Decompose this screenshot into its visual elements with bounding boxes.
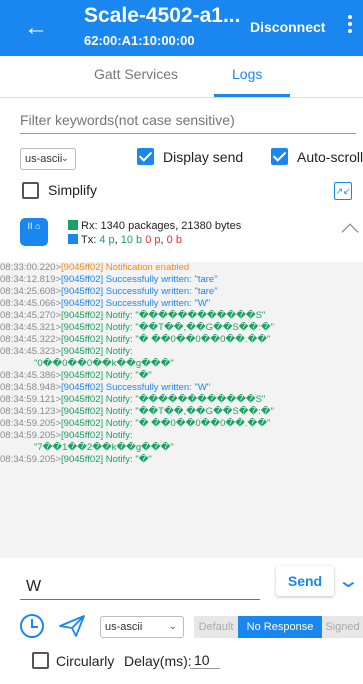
log-message: "7��1��2��k��g���" <box>34 442 174 453</box>
log-time: 08:34:45.321> <box>0 322 62 333</box>
log-time: 08:34:59.205> <box>0 430 62 441</box>
log-time: 08:34:45.323> <box>0 346 62 357</box>
circularly-label: Circularly <box>56 653 115 669</box>
log-message: "0��0��0��k��g���" <box>34 358 174 369</box>
log-row: 08:34:59.121>[9045ff02] Notify: "�������… <box>0 394 363 406</box>
chevron-up-icon[interactable] <box>341 223 359 241</box>
clock-icon[interactable] <box>20 614 44 638</box>
tab-bar: Gatt Services Logs <box>0 56 363 98</box>
tx-stats: Tx: 4 p, 10 b 0 p, 0 b <box>68 234 182 246</box>
auto-scroll-label: Auto-scroll <box>297 149 363 165</box>
log-row: 08:34:25.608>[9045ff02] Successfully wri… <box>0 286 363 298</box>
fullscreen-icon[interactable]: ↗↙ <box>334 182 352 200</box>
tx-bytes-2: 0 b <box>166 234 182 246</box>
log-time: 08:34:45.270> <box>0 310 62 321</box>
log-row: 08:34:45.386>[9045ff02] Notify: "�" <box>0 370 363 382</box>
send-encoding-value: us-ascii <box>105 621 143 633</box>
log-message: [9045ff02] Notify: "��T��,��G��S��:�" <box>61 322 275 333</box>
log-time: 08:34:12.819> <box>0 274 62 285</box>
log-message: [9045ff02] Successfully written: "tare" <box>61 286 218 297</box>
log-row: "7��1��2��k��g���" <box>0 442 363 454</box>
log-time: 08:34:59.205> <box>0 454 62 465</box>
log-message: [9045ff02] Successfully written: "W" <box>61 382 211 393</box>
log-message: [9045ff02] Notify: "�" <box>61 454 152 465</box>
encoding-select[interactable]: us-ascii ⌄ <box>20 148 76 170</box>
tx-color-square <box>68 234 78 244</box>
log-message: [9045ff02] Notify: "� ��0��0��0��.��" <box>61 418 271 429</box>
log-row: 08:34:45.323>[9045ff02] Notify: <box>0 346 363 358</box>
write-type-signed[interactable]: Signed <box>322 616 363 638</box>
tx-prefix: Tx: <box>81 234 100 246</box>
tx-packages-2: 0 p <box>145 234 161 246</box>
log-row: 08:34:12.819>[9045ff02] Successfully wri… <box>0 274 363 286</box>
log-row: 08:34:59.205>[9045ff02] Notify: "� ��0��… <box>0 418 363 430</box>
log-row: 08:34:59.205>[9045ff02] Notify: <box>0 430 363 442</box>
delay-label: Delay(ms): <box>124 653 192 669</box>
write-type-no-response[interactable]: No Response <box>238 616 322 638</box>
log-message: [9045ff02] Notification enabled <box>61 262 190 273</box>
log-row: 08:34:59.205>[9045ff02] Notify: "�" <box>0 454 363 466</box>
delay-input[interactable]: 10 <box>190 652 220 669</box>
log-row: "0��0��0��k��g���" <box>0 358 363 370</box>
log-message: [9045ff02] Successfully written: "tare" <box>61 274 218 285</box>
log-message: [9045ff02] Notify: "�" <box>61 370 152 381</box>
arrow-left-icon[interactable]: ← <box>24 14 52 42</box>
device-address: 62:00:A1:10:00:00 <box>84 33 195 48</box>
filter-input[interactable] <box>20 106 356 134</box>
tx-bytes: 10 b <box>120 234 143 246</box>
tx-packages: 4 p <box>99 234 115 246</box>
log-list[interactable]: 08:33:00.220>[9045ff02] Notification ena… <box>0 262 363 558</box>
send-encoding-select[interactable]: us-ascii ⌄ <box>100 616 184 638</box>
circularly-checkbox[interactable] <box>32 652 49 669</box>
log-time: 08:34:59.123> <box>0 406 62 417</box>
chevron-down-icon: ⌄ <box>60 153 69 164</box>
encoding-select-value: us-ascii <box>25 153 63 165</box>
display-send-checkbox[interactable] <box>137 148 154 165</box>
log-row: 08:34:59.123>[9045ff02] Notify: "��T��,�… <box>0 406 363 418</box>
log-time: 08:33:00.220> <box>0 262 62 273</box>
simplify-checkbox[interactable] <box>22 182 39 199</box>
tab-logs[interactable]: Logs <box>232 66 262 82</box>
log-row: 08:34:45.321>[9045ff02] Notify: "��T��,�… <box>0 322 363 334</box>
log-message: [9045ff02] Notify: <box>61 430 133 441</box>
log-time: 08:34:25.608> <box>0 286 62 297</box>
device-title: Scale-4502-a1... <box>84 4 241 27</box>
log-row: 08:34:45.066>[9045ff02] Successfully wri… <box>0 298 363 310</box>
paper-plane-icon[interactable] <box>58 614 86 638</box>
log-row: 08:34:58.948>[9045ff02] Successfully wri… <box>0 382 363 394</box>
log-time: 08:34:45.386> <box>0 370 62 381</box>
log-message: [9045ff02] Notify: <box>61 346 133 357</box>
rx-stats: Rx: 1340 packages, 21380 bytes <box>68 220 241 232</box>
chevron-down-icon: ⌄ <box>168 621 177 632</box>
app-bar: ← Scale-4502-a1... 62:00:A1:10:00:00 Dis… <box>0 0 363 56</box>
send-button[interactable]: Send <box>276 566 334 596</box>
log-message: [9045ff02] Successfully written: "W" <box>61 298 211 309</box>
log-row: 08:33:00.220>[9045ff02] Notification ena… <box>0 262 363 274</box>
double-chevron-down-icon[interactable]: ⌄ <box>337 568 360 593</box>
rx-label: Rx: 1340 packages, 21380 bytes <box>81 220 242 232</box>
log-time: 08:34:45.322> <box>0 334 62 345</box>
display-send-label: Display send <box>163 149 244 165</box>
log-row: 08:34:45.270>[9045ff02] Notify: "�������… <box>0 310 363 322</box>
auto-scroll-checkbox[interactable] <box>271 148 288 165</box>
log-time: 08:34:59.121> <box>0 394 62 405</box>
tab-gatt-services[interactable]: Gatt Services <box>94 66 178 82</box>
more-vert-icon[interactable] <box>343 12 357 42</box>
simplify-label: Simplify <box>48 182 98 198</box>
log-message: [9045ff02] Notify: "������������S" <box>61 310 266 321</box>
log-message: [9045ff02] Notify: "� ��0��0��0��.��" <box>61 334 271 345</box>
write-type-default[interactable]: Default <box>194 616 238 638</box>
log-time: 08:34:59.205> <box>0 418 62 429</box>
log-time: 08:34:58.948> <box>0 382 62 393</box>
log-time: 08:34:45.066> <box>0 298 62 309</box>
send-input[interactable] <box>20 566 260 600</box>
log-row: 08:34:45.322>[9045ff02] Notify: "� ��0��… <box>0 334 363 346</box>
log-message: [9045ff02] Notify: "��T��,��G��S��:�" <box>61 406 275 417</box>
tab-indicator <box>214 94 290 97</box>
rx-color-square <box>68 220 78 230</box>
pause-clear-icon[interactable]: II ⌂ <box>20 218 48 246</box>
disconnect-button[interactable]: Disconnect <box>250 19 325 35</box>
log-message: [9045ff02] Notify: "������������S" <box>61 394 266 405</box>
